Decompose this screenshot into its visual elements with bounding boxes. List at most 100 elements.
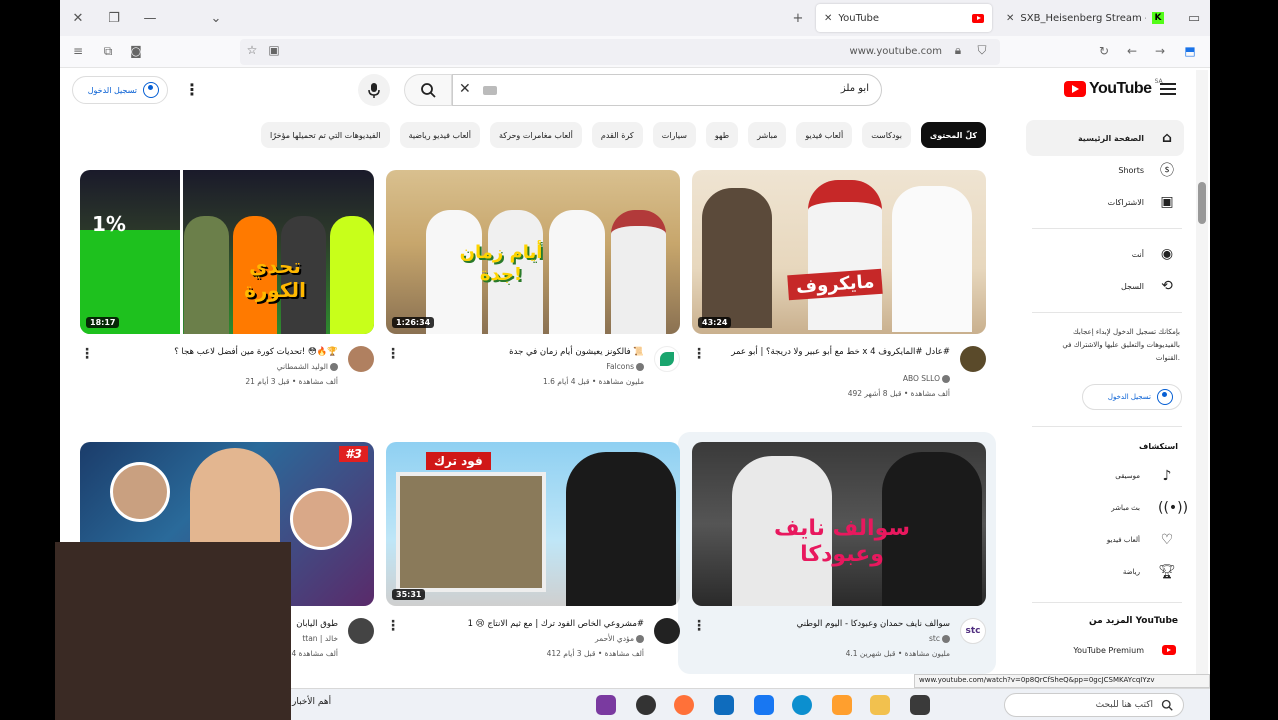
bookmark-star-icon[interactable]: ☆ [244, 43, 260, 57]
reload-icon[interactable]: ↻ [1096, 44, 1112, 58]
tab-youtube[interactable]: ✕ YouTube [816, 4, 992, 32]
sidebar-item-music[interactable]: موسيقى ♪ [1026, 461, 1184, 491]
close-tab-icon[interactable]: ✕ [1006, 13, 1014, 24]
channel-name[interactable]: Falcons [606, 362, 644, 371]
more-options-icon[interactable]: ⋮ [184, 80, 200, 99]
sidebar-item-shorts[interactable]: Shorts ⓢ [1026, 152, 1184, 188]
mail-icon[interactable] [714, 695, 734, 715]
sidebar-item-sports[interactable]: رياضة 🏆︎ [1026, 557, 1184, 587]
edge-icon[interactable] [792, 695, 812, 715]
video-thumbnail[interactable]: فود ترك 35:31 [386, 442, 680, 606]
chip[interactable]: الفيديوهات التي تم تحميلها مؤخرًا [261, 122, 390, 148]
address-field[interactable]: ☆ ▣ www.youtube.com 🔒︎ ⛉ [240, 39, 1000, 65]
file-explorer-icon[interactable] [870, 695, 890, 715]
video-title[interactable]: مشروعي الخاص الفود ترك | مع ثيم الانتاج … [404, 618, 644, 631]
video-stats: 1.6 مليون مشاهدة • قبل 4 أيام [542, 377, 644, 386]
video-title[interactable]: خط مع أبو عبير ولا دريجة؟ | أبو عمر x عا… [710, 346, 950, 359]
video-thumbnail[interactable]: 1% تحدي الكورة 18:17 [80, 170, 374, 334]
container-icon[interactable]: ▭ [1176, 0, 1210, 36]
shield-icon[interactable]: ⛉ [974, 43, 990, 58]
hamburger-menu-icon[interactable] [1160, 83, 1176, 98]
taskbar-app-icon[interactable] [910, 695, 930, 715]
copilot-app-icon[interactable] [596, 695, 616, 715]
sidebar-item-premium[interactable]: YouTube Premium [1026, 635, 1184, 665]
restore-window-icon[interactable]: ❐ [96, 0, 132, 36]
video-more-icon[interactable]: ⋮ [692, 346, 706, 362]
reader-view-icon[interactable]: ▣ [266, 43, 282, 57]
channel-name[interactable]: ttan | خالد [302, 634, 338, 643]
chip[interactable]: كرة القدم [591, 122, 643, 148]
channel-avatar[interactable] [348, 346, 374, 372]
channel-name[interactable]: ABO SLLO [903, 374, 950, 383]
store-icon[interactable] [754, 695, 774, 715]
tab-kick-stream[interactable]: ✕ SXB_Heisenberg Stream - Wat K [998, 4, 1172, 32]
chip[interactable]: طهو [705, 122, 739, 148]
channel-name[interactable]: مؤدي الأحمر [595, 634, 644, 643]
thumbnail-text: سوالف نايف وعبودكا [773, 516, 911, 567]
sidebar-signin-button[interactable]: تسجيل الدخول [1082, 384, 1182, 410]
taskbar-app-icon[interactable] [636, 695, 656, 715]
firefox-icon[interactable] [674, 695, 694, 715]
youtube-logo[interactable]: YouTube SA [1064, 78, 1163, 98]
keyboard-icon[interactable] [483, 86, 497, 95]
forward-icon[interactable]: → [1152, 44, 1168, 58]
video-title[interactable]: تحديات كورة مين أفضل لاعب هجا ؟! 😳🔥🏆 [98, 346, 338, 359]
new-tab-icon[interactable]: + [780, 0, 816, 36]
chip[interactable]: ألعاب فيديو [796, 122, 853, 148]
tab-list-chevron-icon[interactable]: ⌄ [198, 0, 234, 36]
chat-icon[interactable] [832, 695, 852, 715]
search-input[interactable]: ✕ ابو ملز [452, 74, 882, 106]
video-title[interactable]: فالكونز يعيشون أيام زمان في جدة 📜 [404, 346, 644, 359]
chip[interactable]: مباشر [748, 122, 787, 148]
account-icon[interactable]: ◙ [128, 44, 144, 58]
channel-avatar[interactable] [348, 618, 374, 644]
video-more-icon[interactable]: ⋮ [386, 346, 400, 362]
minimize-window-icon[interactable]: — [132, 0, 168, 36]
video-card[interactable]: فود ترك 35:31 مشروعي الخاص الفود ترك | م… [386, 442, 680, 678]
channel-avatar[interactable]: stc [960, 618, 986, 644]
video-title[interactable]: سوالف نايف حمدان وعبودكا - اليوم الوطني [710, 618, 950, 631]
video-more-icon[interactable]: ⋮ [386, 618, 400, 634]
video-more-icon[interactable]: ⋮ [692, 618, 706, 634]
channel-name[interactable]: الوليد الشمطاني [277, 362, 338, 371]
extensions-icon[interactable]: ⧉ [100, 44, 116, 59]
sidebar-item-gaming[interactable]: ألعاب فيديو ♡ [1026, 525, 1184, 555]
chip[interactable]: بودكاست [862, 122, 911, 148]
video-card[interactable]: سوالف نايف وعبودكا stc سوالف نايف حمدان … [692, 442, 986, 678]
lock-icon[interactable]: 🔒︎ [950, 43, 966, 58]
back-icon[interactable]: ← [1124, 44, 1140, 58]
voice-search-button[interactable] [358, 74, 390, 106]
divider [1032, 602, 1182, 603]
sidebar-item-subscriptions[interactable]: الاشتراكات ▣ [1026, 184, 1184, 220]
scrollbar-thumb[interactable] [1198, 182, 1206, 224]
video-thumbnail[interactable]: مايكروف 43:24 [692, 170, 986, 334]
channel-avatar[interactable] [654, 346, 680, 372]
taskbar-search-input[interactable]: اكتب هنا للبحث [1004, 693, 1184, 717]
video-card[interactable]: مايكروف 43:24 خط مع أبو عبير ولا دريجة؟ … [692, 170, 986, 406]
sidebar-item-history[interactable]: السجل ⟲ [1026, 268, 1184, 304]
video-more-icon[interactable]: ⋮ [80, 346, 94, 362]
sidebar-toggle-icon[interactable]: ⬒ [1182, 44, 1198, 58]
channel-avatar[interactable] [960, 346, 986, 372]
chip[interactable]: ألعاب مغامرات وحركة [489, 122, 582, 148]
video-card[interactable]: 1% تحدي الكورة 18:17 تحديات كورة مين أفض… [80, 170, 374, 406]
page-scrollbar[interactable] [1196, 70, 1208, 690]
sidebar-item-you[interactable]: أنت ◉ [1026, 236, 1184, 272]
video-card[interactable]: أيام زمان جدة! 1:26:34 فالكونز يعيشون أي… [386, 170, 680, 406]
channel-avatar[interactable] [654, 618, 680, 644]
chip-all[interactable]: كلّ المحتوى [920, 122, 986, 148]
chip[interactable]: ألعاب فيديو رياضية [399, 122, 480, 148]
menu-icon[interactable]: ≡ [70, 44, 86, 58]
close-window-icon[interactable]: ✕ [60, 0, 96, 36]
close-tab-icon[interactable]: ✕ [824, 13, 832, 24]
news-widget-label[interactable]: أهم الأخبار [292, 697, 331, 707]
chip[interactable]: سيارات [652, 122, 696, 148]
signin-button[interactable]: تسجيل الدخول [72, 76, 168, 104]
channel-name[interactable]: stc [929, 634, 950, 643]
video-thumbnail[interactable]: سوالف نايف وعبودكا [692, 442, 986, 606]
sidebar-item-live[interactable]: بث مباشر ((•)) [1026, 493, 1188, 523]
sidebar-item-home[interactable]: الصفحة الرئيسية ⌂ [1026, 120, 1184, 156]
clear-search-icon[interactable]: ✕ [459, 81, 471, 97]
video-thumbnail[interactable]: أيام زمان جدة! 1:26:34 [386, 170, 680, 334]
search-button[interactable] [404, 74, 452, 106]
